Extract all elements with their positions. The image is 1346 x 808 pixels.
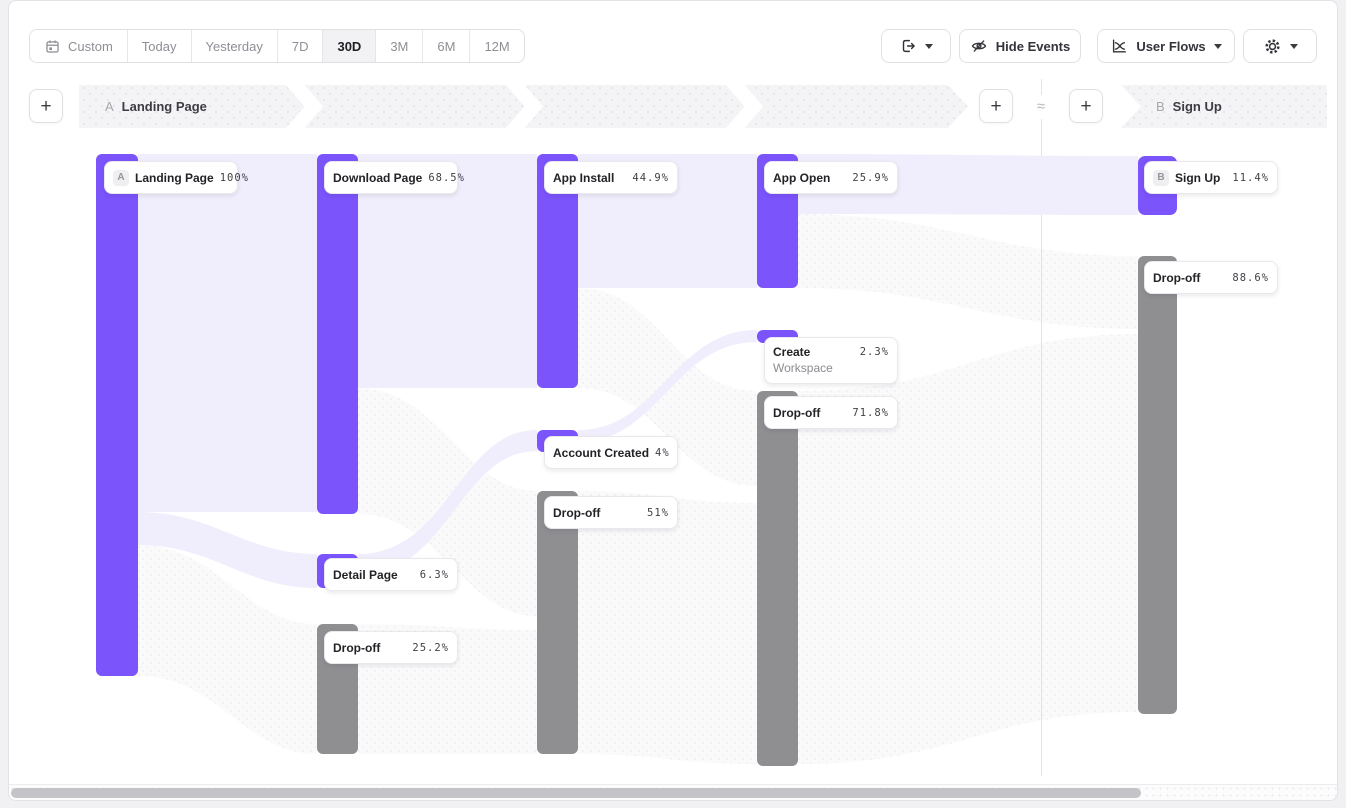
date-range-today[interactable]: Today xyxy=(128,30,192,62)
eye-off-icon xyxy=(970,37,988,55)
date-range-label: Custom xyxy=(68,39,113,54)
node-card-create-workspace[interactable]: Create Workspace 2.3% xyxy=(764,337,898,384)
horizontal-scrollbar-thumb[interactable] xyxy=(11,788,1141,798)
date-range-12m[interactable]: 12M xyxy=(470,30,523,62)
node-card-app-install[interactable]: App Install 44.9% xyxy=(544,161,678,194)
chevron-down-icon xyxy=(925,44,933,49)
date-range-custom[interactable]: Custom xyxy=(30,30,128,62)
node-card-dropoff-b[interactable]: Drop-off 88.6% xyxy=(1144,261,1278,294)
node-badge: A xyxy=(113,170,129,186)
settings-button[interactable] xyxy=(1243,29,1317,63)
node-bar-dropoff-4[interactable] xyxy=(757,391,798,766)
node-card-download-page[interactable]: Download Page 68.5% xyxy=(324,161,458,194)
flow-appopen-to-dropoffb xyxy=(798,214,1138,329)
node-card-dropoff-2[interactable]: Drop-off 25.2% xyxy=(324,631,458,664)
node-bar-download-page[interactable] xyxy=(317,154,358,514)
gear-icon xyxy=(1263,37,1282,56)
node-card-account-created[interactable]: Account Created 4% xyxy=(544,436,678,469)
view-selector-button[interactable]: User Flows xyxy=(1097,29,1235,63)
node-bar-dropoff-b[interactable] xyxy=(1138,256,1177,714)
horizontal-scrollbar-track[interactable] xyxy=(9,784,1337,800)
flow-landing-to-dropoff xyxy=(138,545,317,754)
flow-dropoff3-to-dropoff4 xyxy=(578,491,757,764)
date-range-7d[interactable]: 7D xyxy=(278,30,324,62)
date-range-3m[interactable]: 3M xyxy=(376,30,423,62)
user-flows-panel: Custom Today Yesterday 7D 30D 3M 6M 12M … xyxy=(8,0,1338,801)
date-range-group: Custom Today Yesterday 7D 30D 3M 6M 12M xyxy=(29,29,525,63)
node-card-detail-page[interactable]: Detail Page 6.3% xyxy=(324,558,458,591)
node-card-dropoff-4[interactable]: Drop-off 71.8% xyxy=(764,396,898,429)
hide-events-button[interactable]: Hide Events xyxy=(959,29,1081,63)
node-card-app-open[interactable]: App Open 25.9% xyxy=(764,161,898,194)
node-badge: B xyxy=(1153,170,1169,186)
node-card-sign-up[interactable]: B Sign Up 11.4% xyxy=(1144,161,1278,194)
node-card-landing-page[interactable]: A Landing Page 100% xyxy=(104,161,238,194)
date-range-yesterday[interactable]: Yesterday xyxy=(192,30,278,62)
flow-landing-to-detail xyxy=(138,512,317,588)
export-button[interactable] xyxy=(881,29,951,63)
flow-detail-to-account xyxy=(358,430,537,575)
date-range-30d[interactable]: 30D xyxy=(323,30,376,62)
date-range-6m[interactable]: 6M xyxy=(423,30,470,62)
step-banner-b[interactable] xyxy=(1121,85,1327,128)
chevron-down-icon xyxy=(1214,44,1222,49)
approx-symbol: ≈ xyxy=(1030,95,1052,119)
view-selector-label: User Flows xyxy=(1136,39,1205,54)
chevron-down-icon xyxy=(1290,44,1298,49)
section-divider-line xyxy=(1041,79,1042,776)
calendar-icon xyxy=(44,38,61,55)
node-card-dropoff-3[interactable]: Drop-off 51% xyxy=(544,496,678,529)
flow-landing-to-download xyxy=(138,154,317,512)
export-icon xyxy=(899,37,917,55)
node-bar-dropoff-3[interactable] xyxy=(537,491,578,754)
node-bar-landing-page[interactable] xyxy=(96,154,138,676)
hide-events-label: Hide Events xyxy=(996,39,1070,54)
step-banners xyxy=(9,85,1338,128)
flow-account-to-createws xyxy=(578,330,757,442)
flows-chart-icon xyxy=(1110,37,1128,55)
